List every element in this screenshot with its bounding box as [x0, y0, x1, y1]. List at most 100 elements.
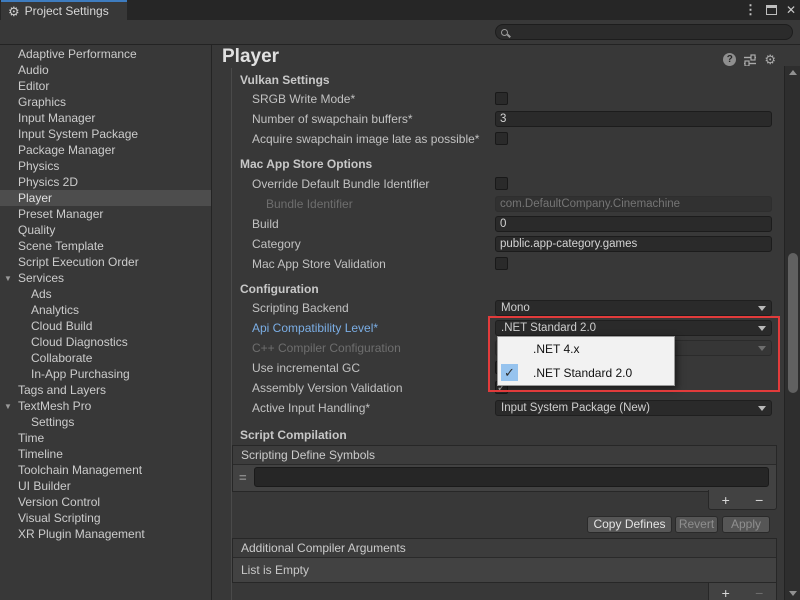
- checkbox-mac-app-store-validation[interactable]: [495, 257, 508, 270]
- sidebar-item-version-control[interactable]: Version Control: [0, 494, 211, 510]
- sidebar-item-label: Analytics: [0, 303, 79, 317]
- sidebar-item-tags-and-layers[interactable]: Tags and Layers: [0, 382, 211, 398]
- toolbar: [0, 20, 800, 45]
- sidebar-item-editor[interactable]: Editor: [0, 78, 211, 94]
- presets-icon[interactable]: [743, 54, 757, 66]
- sidebar-item-label: Adaptive Performance: [0, 47, 137, 61]
- sidebar-item-audio[interactable]: Audio: [0, 62, 211, 78]
- sidebar-item-visual-scripting[interactable]: Visual Scripting: [0, 510, 211, 526]
- sidebar-item-label: Graphics: [0, 95, 66, 109]
- sidebar-item-package-manager[interactable]: Package Manager: [0, 142, 211, 158]
- add-define-button[interactable]: +: [715, 493, 737, 507]
- sidebar-item-label: Settings: [0, 415, 74, 429]
- gear-icon[interactable]: ⚙: [764, 53, 776, 66]
- scroll-up-icon[interactable]: [789, 70, 797, 75]
- sidebar-item-cloud-diagnostics[interactable]: Cloud Diagnostics: [0, 334, 211, 350]
- sidebar-item-cloud-build[interactable]: Cloud Build: [0, 318, 211, 334]
- tab-project-settings[interactable]: ⚙ Project Settings: [1, 0, 127, 20]
- sidebar-item-analytics[interactable]: Analytics: [0, 302, 211, 318]
- sidebar-item-timeline[interactable]: Timeline: [0, 446, 211, 462]
- row-label-active-input-handling: Active Input Handling*: [252, 401, 370, 415]
- checkmark-icon: ✓: [501, 364, 518, 381]
- settings-row-vulkan-settings: Vulkan Settings: [212, 70, 783, 89]
- sidebar-item-ui-builder[interactable]: UI Builder: [0, 478, 211, 494]
- field-category[interactable]: [495, 236, 772, 252]
- scripting-define-symbols-header[interactable]: Scripting Define Symbols: [233, 446, 776, 465]
- scripting-define-symbols-title: Scripting Define Symbols: [241, 448, 375, 462]
- sidebar-item-label: TextMesh Pro: [0, 399, 91, 413]
- close-icon[interactable]: ✕: [786, 3, 796, 17]
- sidebar-item-in-app-purchasing[interactable]: In-App Purchasing: [0, 366, 211, 382]
- sidebar-item-textmesh-pro[interactable]: ▼TextMesh Pro: [0, 398, 211, 414]
- sidebar-item-physics[interactable]: Physics: [0, 158, 211, 174]
- popup-option-net-standard-2-0[interactable]: ✓.NET Standard 2.0: [498, 361, 674, 385]
- copy-defines-button[interactable]: Copy Defines: [587, 516, 672, 533]
- sidebar-item-toolchain-management[interactable]: Toolchain Management: [0, 462, 211, 478]
- sidebar-item-collaborate[interactable]: Collaborate: [0, 350, 211, 366]
- page-title: Player: [222, 46, 279, 68]
- sidebar-item-label: Package Manager: [0, 143, 115, 157]
- sidebar-item-ads[interactable]: Ads: [0, 286, 211, 302]
- sidebar-item-xr-plugin-management[interactable]: XR Plugin Management: [0, 526, 211, 542]
- remove-argument-button[interactable]: −: [748, 586, 770, 600]
- settings-gear-icon: ⚙: [8, 5, 20, 18]
- help-icon[interactable]: ?: [723, 53, 736, 66]
- settings-row-script-compilation: Script Compilation: [212, 425, 783, 444]
- scrollbar[interactable]: [784, 66, 800, 600]
- scrollbar-thumb[interactable]: [788, 253, 798, 393]
- add-argument-button[interactable]: +: [715, 586, 737, 600]
- dropdown-value: Input System Package (New): [501, 402, 650, 414]
- search-input[interactable]: [512, 26, 782, 38]
- define-symbol-input[interactable]: [254, 467, 769, 487]
- dropdown-api-compatibility-level[interactable]: .NET Standard 2.0: [495, 320, 772, 336]
- sidebar-item-label: Version Control: [0, 495, 100, 509]
- additional-compiler-arguments-header[interactable]: Additional Compiler Arguments: [233, 539, 776, 558]
- sidebar-item-input-system-package[interactable]: Input System Package: [0, 126, 211, 142]
- checkbox-acquire-swapchain-image-late-as-possible[interactable]: [495, 132, 508, 145]
- sidebar-item-settings[interactable]: Settings: [0, 414, 211, 430]
- dropdown-scripting-backend[interactable]: Mono: [495, 300, 772, 316]
- kebab-menu-icon[interactable]: ⋮: [744, 2, 757, 18]
- sidebar-item-label: Input System Package: [0, 127, 138, 141]
- row-label-use-incremental-gc: Use incremental GC: [252, 361, 360, 375]
- field-number-of-swapchain-buffers[interactable]: [495, 111, 772, 127]
- sidebar-item-preset-manager[interactable]: Preset Manager: [0, 206, 211, 222]
- sidebar-item-label: Script Execution Order: [0, 255, 139, 269]
- sidebar-item-physics-2d[interactable]: Physics 2D: [0, 174, 211, 190]
- revert-button[interactable]: Revert: [675, 516, 718, 533]
- sidebar-item-label: Physics: [0, 159, 59, 173]
- drag-handle-icon[interactable]: =: [239, 470, 247, 485]
- popup-option-net-4-x[interactable]: .NET 4.x: [498, 337, 674, 361]
- sidebar-item-quality[interactable]: Quality: [0, 222, 211, 238]
- settings-row-bundle-identifier: Bundle Identifier: [212, 194, 783, 213]
- collapse-arrow-icon[interactable]: ▼: [4, 402, 12, 411]
- sidebar-item-label: Physics 2D: [0, 175, 78, 189]
- dropdown-arrow-icon: [758, 346, 766, 351]
- sidebar-item-player[interactable]: Player: [0, 190, 211, 206]
- sidebar-item-graphics[interactable]: Graphics: [0, 94, 211, 110]
- search-box[interactable]: [495, 24, 793, 40]
- sidebar-item-script-execution-order[interactable]: Script Execution Order: [0, 254, 211, 270]
- sidebar-item-adaptive-performance[interactable]: Adaptive Performance: [0, 46, 211, 62]
- sidebar-item-scene-template[interactable]: Scene Template: [0, 238, 211, 254]
- sidebar-item-label: Tags and Layers: [0, 383, 106, 397]
- sidebar-item-time[interactable]: Time: [0, 430, 211, 446]
- field-build[interactable]: [495, 216, 772, 232]
- row-label-category: Category: [252, 237, 301, 251]
- sidebar-item-label: Player: [0, 191, 52, 205]
- checkbox-override-default-bundle-identifier[interactable]: [495, 177, 508, 190]
- collapse-arrow-icon[interactable]: ▼: [4, 274, 12, 283]
- scroll-down-icon[interactable]: [789, 591, 797, 596]
- define-symbol-row: =: [233, 465, 776, 491]
- checkbox-srgb-write-mode[interactable]: [495, 92, 508, 105]
- apply-button[interactable]: Apply: [722, 516, 770, 533]
- remove-define-button[interactable]: −: [748, 493, 770, 507]
- maximize-icon[interactable]: [766, 5, 777, 15]
- sidebar-item-input-manager[interactable]: Input Manager: [0, 110, 211, 126]
- sidebar-item-label: Cloud Build: [0, 319, 92, 333]
- dropdown-active-input-handling[interactable]: Input System Package (New): [495, 400, 772, 416]
- settings-row-mac-app-store-options: Mac App Store Options: [212, 154, 783, 173]
- search-icon: [501, 29, 508, 36]
- sidebar-item-label: Collaborate: [0, 351, 92, 365]
- sidebar-item-services[interactable]: ▼Services: [0, 270, 211, 286]
